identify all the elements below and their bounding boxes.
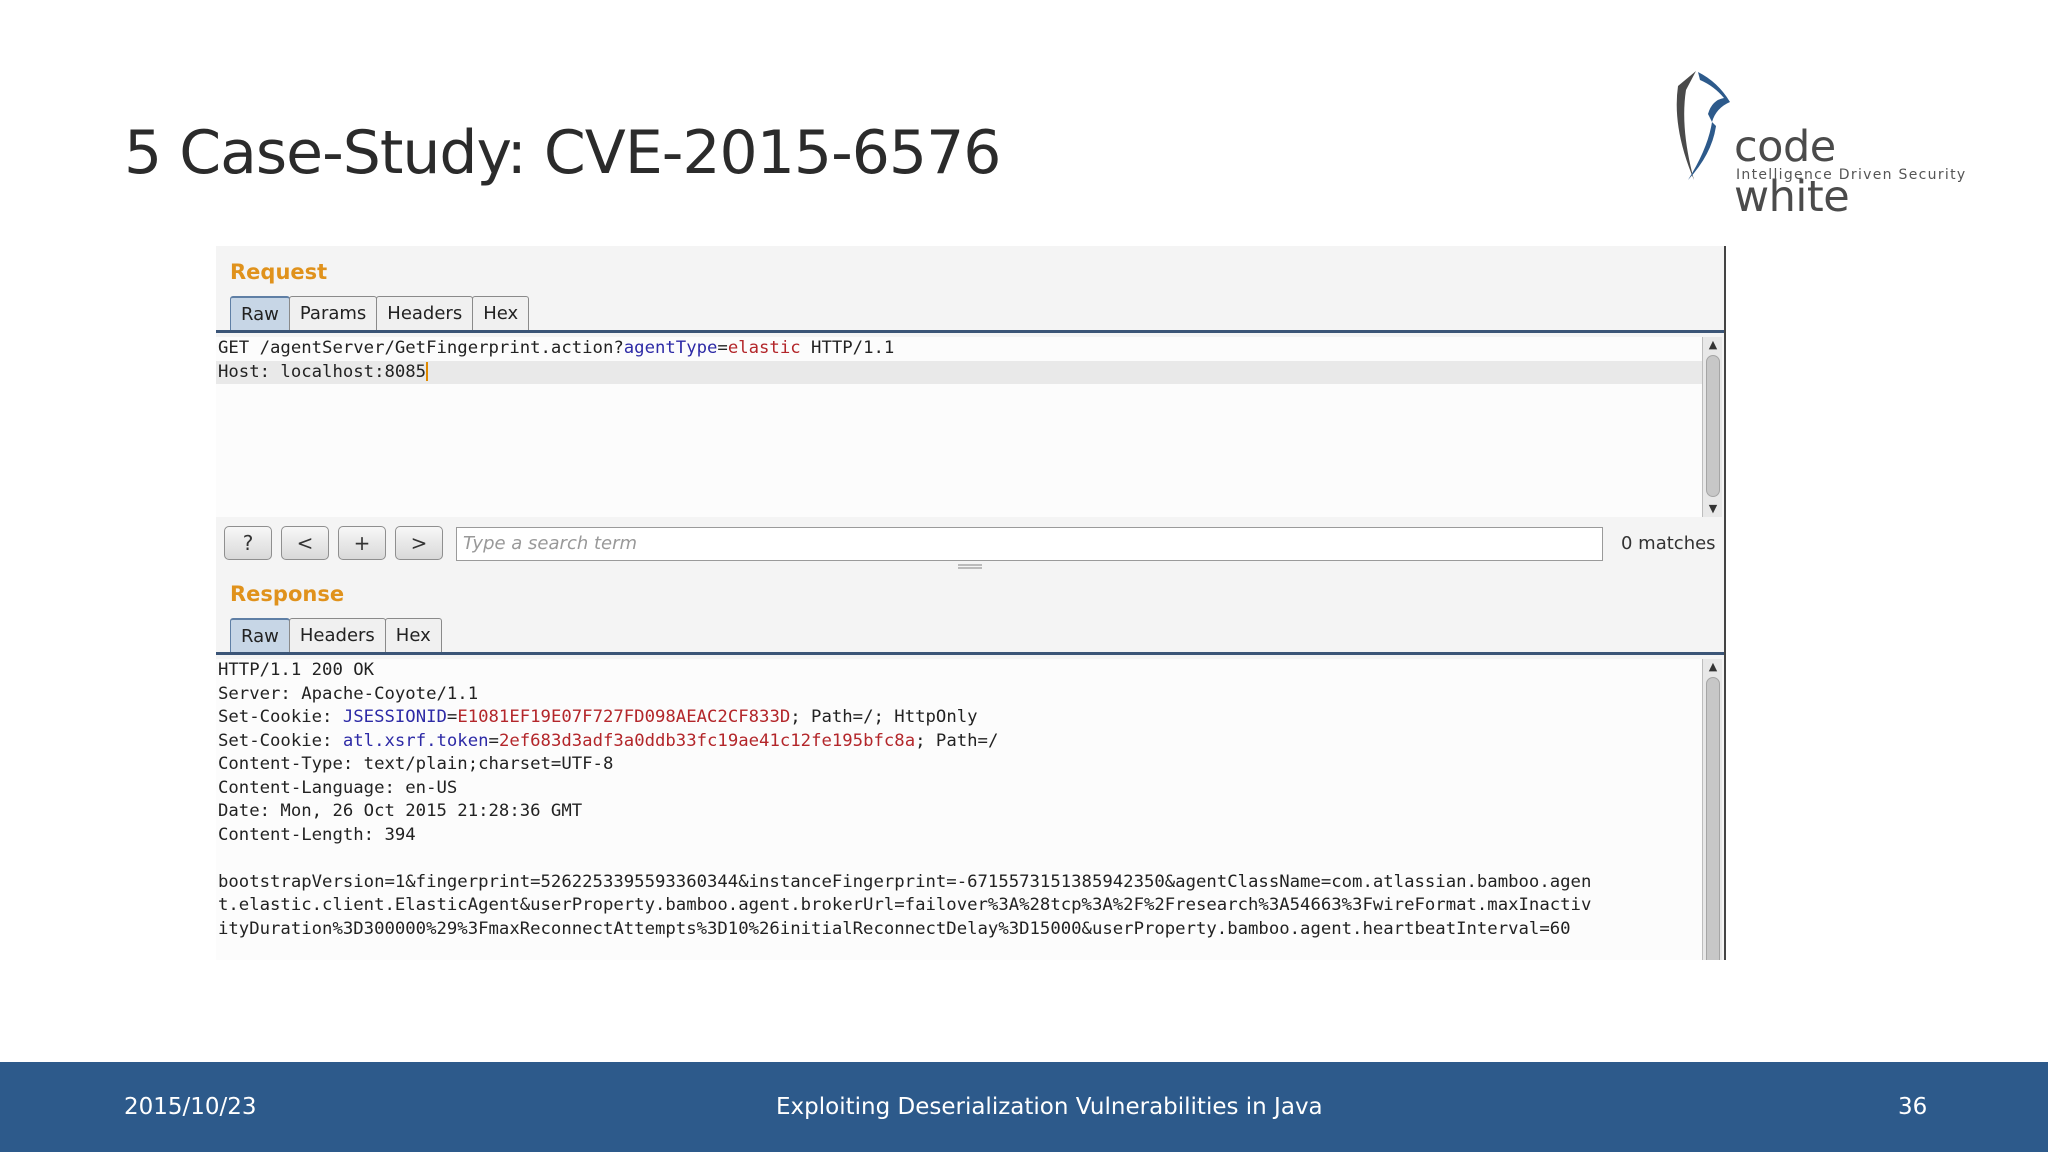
slide-footer: 2015/10/23 Exploiting Deserialization Vu… bbox=[0, 1062, 2048, 1152]
response-tab-raw[interactable]: Raw bbox=[230, 618, 290, 652]
header-line: Server: Apache-Coyote/1.1 bbox=[218, 683, 479, 704]
body-line: ityDuration%3D300000%29%3FmaxReconnectAt… bbox=[218, 918, 1571, 939]
cookie-value: 2ef683d3adf3a0ddb33fc19ae41c12fe195bfc8a bbox=[498, 730, 916, 751]
request-editor[interactable]: GET /agentServer/GetFingerprint.action?a… bbox=[216, 337, 1702, 517]
company-logo: code white Intelligence Driven Security bbox=[1672, 68, 1965, 222]
request-tab-raw[interactable]: Raw bbox=[230, 296, 290, 330]
add-button[interactable]: + bbox=[338, 526, 386, 560]
request-heading: Request bbox=[230, 260, 328, 284]
logo-tagline: Intelligence Driven Security bbox=[1736, 167, 1967, 183]
cookie-line: Set-Cookie: atl.xsrf.token=2ef683d3adf3a… bbox=[218, 730, 999, 751]
request-tab-headers[interactable]: Headers bbox=[376, 296, 474, 330]
param-name: agentType bbox=[623, 338, 718, 358]
response-tab-rule bbox=[216, 652, 1724, 655]
scroll-up-icon[interactable]: ▲ bbox=[1703, 337, 1723, 353]
response-heading: Response bbox=[230, 582, 345, 606]
search-bar: ? < + > Type a search term 0 matches bbox=[216, 518, 1724, 568]
request-tab-hex[interactable]: Hex bbox=[472, 296, 530, 330]
request-line: GET /agentServer/GetFingerprint.action?a… bbox=[218, 338, 895, 358]
text-caret bbox=[426, 362, 429, 381]
scroll-down-icon[interactable]: ▼ bbox=[1703, 501, 1723, 517]
search-input[interactable]: Type a search term bbox=[456, 527, 1603, 561]
cookie-name: JSESSIONID bbox=[342, 707, 447, 727]
response-scroll-thumb[interactable] bbox=[1706, 677, 1720, 960]
cookie-line: Set-Cookie: JSESSIONID=E1081EF19E07F727F… bbox=[218, 707, 978, 727]
body-line: bootstrapVersion=1&fingerprint=526225339… bbox=[218, 871, 1592, 892]
header-line: Content-Type: text/plain;charset=UTF-8 bbox=[218, 754, 614, 774]
help-button[interactable]: ? bbox=[224, 526, 272, 560]
cookie-name: atl.xsrf.token bbox=[342, 730, 489, 751]
split-pane-handle[interactable] bbox=[958, 564, 982, 569]
slide-title: 5 Case-Study: CVE-2015-6576 bbox=[124, 118, 1001, 188]
request-scroll-thumb[interactable] bbox=[1706, 355, 1720, 497]
burp-message-panel: Request Raw Params Headers Hex GET /agen… bbox=[216, 246, 1726, 960]
next-match-button[interactable]: > bbox=[395, 526, 443, 560]
header-line: Content-Length: 394 bbox=[218, 824, 416, 845]
host-line: Host: localhost:8085 bbox=[216, 360, 1702, 384]
shield-logo-icon bbox=[1676, 71, 1730, 180]
status-line: HTTP/1.1 200 OK bbox=[218, 660, 375, 680]
response-scrollbar[interactable]: ▲ bbox=[1702, 659, 1722, 960]
request-tabs: Raw Params Headers Hex bbox=[230, 296, 530, 330]
header-line: Date: Mon, 26 Oct 2015 21:28:36 GMT bbox=[218, 801, 583, 821]
match-count: 0 matches bbox=[1621, 533, 1716, 554]
scroll-up-icon[interactable]: ▲ bbox=[1703, 659, 1723, 675]
footer-date: 2015/10/23 bbox=[124, 1094, 257, 1120]
header-line: Content-Language: en-US bbox=[218, 777, 458, 798]
request-scrollbar[interactable]: ▲ ▼ bbox=[1702, 337, 1722, 517]
response-tab-headers[interactable]: Headers bbox=[288, 618, 386, 652]
request-tab-params[interactable]: Params bbox=[288, 296, 378, 330]
response-tabs: Raw Headers Hex bbox=[230, 618, 442, 652]
param-value: elastic bbox=[727, 338, 801, 358]
request-tab-rule bbox=[216, 330, 1724, 333]
previous-match-button[interactable]: < bbox=[281, 526, 329, 560]
body-line: t.elastic.client.ElasticAgent&userProper… bbox=[218, 895, 1592, 915]
response-editor[interactable]: HTTP/1.1 200 OK Server: Apache-Coyote/1.… bbox=[216, 659, 1702, 960]
cookie-value: E1081EF19E07F727FD098AEAC2CF833D bbox=[457, 707, 791, 727]
page-number: 36 bbox=[1898, 1094, 1928, 1120]
footer-title: Exploiting Deserialization Vulnerabiliti… bbox=[776, 1094, 1323, 1120]
response-tab-hex[interactable]: Hex bbox=[384, 618, 442, 652]
